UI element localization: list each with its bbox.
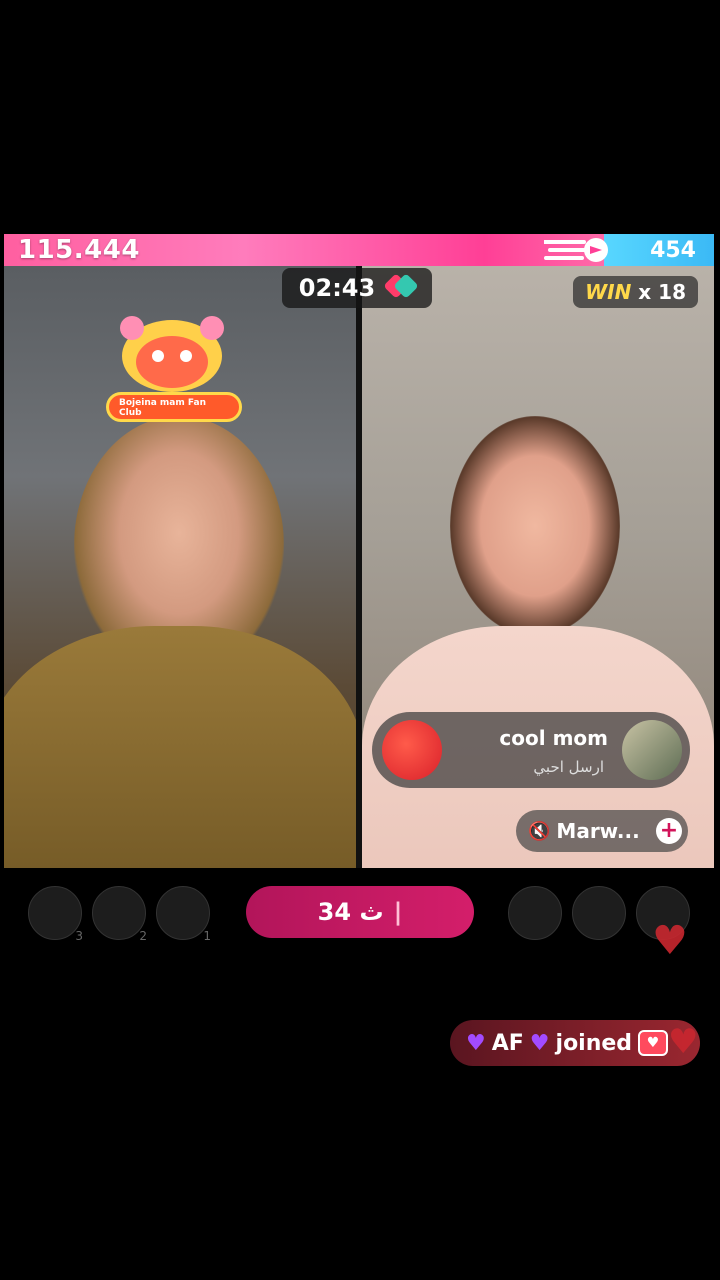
right-host-figure	[450, 416, 620, 636]
viewer-avatar[interactable]: 1	[156, 886, 211, 943]
right-team-score: 454	[604, 234, 714, 266]
coin-value: 34 ث	[317, 898, 384, 926]
viewer-rank: 2	[139, 929, 147, 943]
left-top-viewers: 3 2 1	[28, 886, 211, 943]
left-host-video[interactable]: Bojeina mam Fan Club	[4, 266, 356, 868]
joined-label: joined	[555, 1030, 633, 1056]
follow-plus-icon[interactable]: +	[656, 818, 682, 844]
battle-timer: 02:43	[282, 268, 432, 308]
heart-badge-icon: ♥	[638, 1030, 669, 1056]
battle-gem-icon	[383, 273, 419, 299]
commenter-avatar[interactable]	[622, 720, 682, 780]
win-label: WIN	[585, 280, 632, 304]
floating-heart-icon: ♥	[652, 918, 688, 964]
gift-sticker-icon	[382, 720, 442, 780]
mascot-sticker-icon	[120, 316, 224, 392]
left-host-body	[4, 626, 356, 868]
user-joined-notice: ♥ AF ♥ joined ♥	[450, 1020, 700, 1066]
purple-heart-icon: ♥	[466, 1030, 486, 1056]
joined-user-name: AF	[491, 1030, 524, 1056]
comment-username: cool mom	[499, 726, 608, 750]
win-streak-badge: WIN x 18	[573, 276, 698, 308]
viewer-avatar[interactable]	[508, 886, 562, 940]
left-score-value: 115.444	[18, 235, 140, 265]
muted-speaker-icon: 🔇	[528, 820, 551, 842]
coin-separator: |	[393, 898, 403, 926]
right-score-value: 454	[650, 237, 696, 263]
battle-score-bar: 115.444 454	[4, 234, 714, 266]
viewer-avatar[interactable]: 3	[28, 886, 83, 943]
comment-message: ارسل احبي	[533, 758, 604, 776]
coin-counter-pill[interactable]: 34 ث |	[246, 886, 474, 938]
gift-comment-bubble: cool mom ارسل احبي	[372, 712, 690, 788]
streak-icon	[544, 238, 608, 262]
timer-value: 02:43	[298, 274, 376, 302]
viewer-avatar[interactable]: 2	[92, 886, 147, 943]
left-team-score: 115.444	[4, 234, 608, 266]
floating-heart-icon: ♥	[668, 1022, 699, 1062]
viewer-rank: 1	[203, 929, 211, 943]
fan-club-badge[interactable]: Bojeina mam Fan Club	[106, 392, 242, 422]
right-host-name: Marw...	[556, 819, 640, 843]
viewer-rank: 3	[75, 929, 83, 943]
win-count: x 18	[638, 280, 686, 304]
right-host-name-tag[interactable]: 🔇 Marw... +	[516, 810, 688, 852]
viewer-avatar[interactable]	[572, 886, 626, 940]
purple-heart-icon: ♥	[529, 1030, 550, 1056]
